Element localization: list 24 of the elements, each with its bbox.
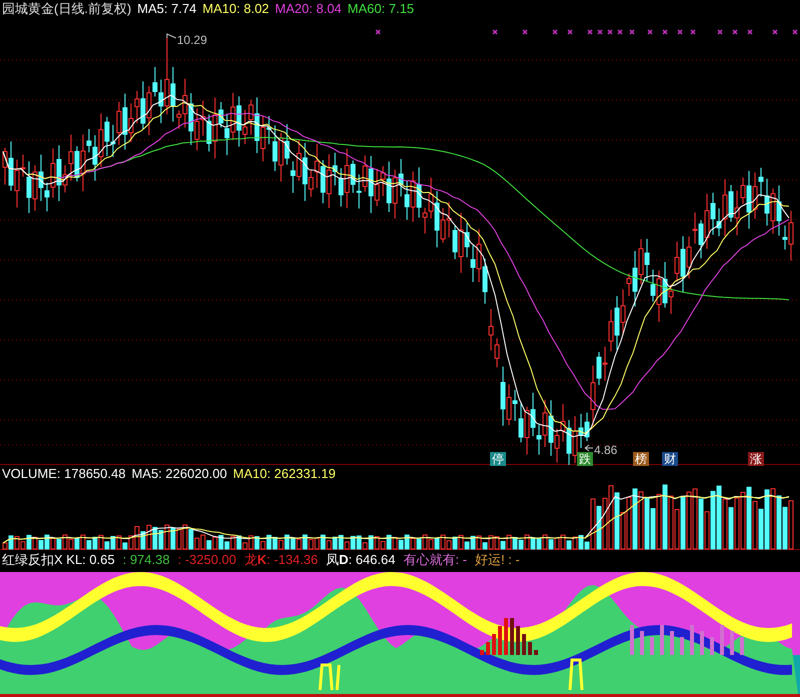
chart-title: 园城黄金(日线.前复权) — [2, 0, 132, 18]
indicator-value: 红绿反扣X KL: 0.65 — [2, 551, 115, 570]
indicator-value: : -3250.00 — [178, 551, 236, 570]
high-price-label: 10.29 — [177, 32, 208, 49]
indicator-value: VOLUME: 178650.48 — [2, 465, 126, 484]
leader-line — [166, 33, 176, 38]
indicator-value: 凤D: 646.64 — [326, 551, 396, 570]
indicator-value: MA60: 7.15 — [348, 0, 414, 18]
signal-badge: 榜 — [633, 452, 649, 466]
indicator-value: : 974.38 — [122, 551, 170, 570]
indicator-value: 有心就有: - — [403, 551, 467, 570]
indicator-value: MA5: 226020.00 — [132, 465, 227, 484]
indicator-value: MA20: 8.04 — [275, 0, 342, 18]
leader-line — [584, 444, 594, 452]
indicator-value: MA5: 7.74 — [137, 0, 197, 18]
indicator-value: 好运! : - — [474, 551, 520, 570]
signal-badge: 停 — [490, 452, 506, 466]
indicator-value: MA10: 8.02 — [202, 0, 270, 18]
low-price-label: 4.86 — [594, 442, 618, 459]
signal-badge: 跌 — [577, 452, 593, 466]
signal-badge: 涨 — [748, 452, 764, 466]
indicator-value: MA10: 262331.19 — [232, 465, 336, 484]
indicator-value: 龙K: -134.36 — [244, 551, 318, 570]
signal-badge: 财 — [662, 452, 678, 466]
